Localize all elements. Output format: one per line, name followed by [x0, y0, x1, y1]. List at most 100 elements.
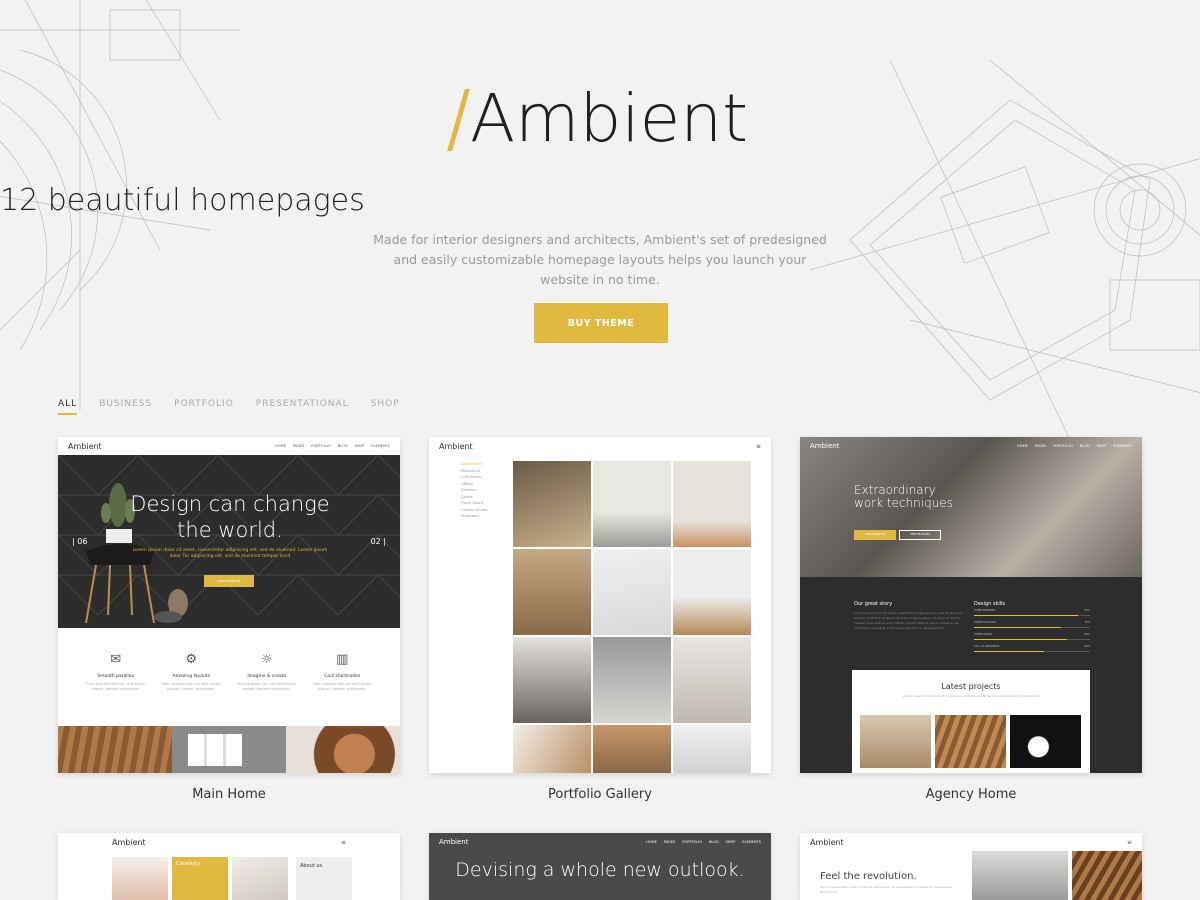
skill-bar — [974, 639, 1067, 640]
demo-card-row2-1[interactable]: Ambient ≡ Creativity About us — [58, 833, 400, 900]
skill-row: HOME ELEGANCE 75% — [974, 621, 1090, 628]
tile-creativity: Creativity — [172, 857, 228, 900]
demo-card-portfolio-gallery[interactable]: Ambient ≡ Apartments Restaurant Cafe Sto… — [429, 437, 771, 773]
mini-navbar: Ambient HOME PAGES PORTFOLIO BLOG SHOP E… — [800, 437, 1142, 455]
skill-row: HOME PARTNERS 90% — [974, 609, 1090, 616]
skill-row: HOME DESIGN 80% — [974, 633, 1090, 640]
mini-nav-link: BLOG — [1079, 444, 1090, 448]
skill-value: 75% — [1084, 621, 1090, 624]
gallery-image — [513, 725, 591, 773]
latest-projects-thumbs — [860, 715, 1081, 768]
mini-nav-link: PAGES — [292, 444, 305, 448]
feature-item: ✉ Smooth parallax Proin gravida nibh vel… — [81, 652, 151, 726]
gallery-image — [513, 637, 591, 723]
skill-bar — [974, 651, 1044, 652]
mini-nav-links: HOME PAGES PORTFOLIO BLOG SHOP ELEMENTS — [275, 444, 390, 448]
mini-nav-link: BLOG — [708, 840, 719, 844]
main-home-hero-title: Design can change the world. — [130, 492, 330, 542]
logo-text: Ambient — [470, 80, 748, 157]
feature-title: Amazing layouts — [172, 674, 210, 679]
filter-tabs: ALL BUSINESS PORTFOLIO PRESENTATIONAL SH… — [58, 399, 422, 415]
mini-navbar: Ambient HOME PAGES PORTFOLIO BLOG SHOP E… — [429, 833, 771, 851]
mini-nav-link: PORTFOLIO — [682, 840, 702, 844]
filter-business[interactable]: BUSINESS — [99, 399, 152, 415]
feature-text: Proin gravida nibh vel velit auctor aliq… — [237, 682, 297, 691]
caption-main-home[interactable]: Main Home — [58, 787, 400, 802]
portfolio-image-grid — [513, 461, 753, 773]
feature-item: ▥ Cool shortcodes Proin gravida nibh vel… — [307, 652, 377, 726]
mini-navbar: Ambient ≡ — [58, 833, 400, 851]
latest-projects-sub: Lorem ipsum dolor sit amet, consectetur … — [902, 694, 1040, 698]
caption-portfolio-gallery[interactable]: Portfolio Gallery — [429, 787, 771, 802]
skill-value: 80% — [1084, 633, 1090, 636]
portfolio-category-menu: Apartments Restaurant Cafe Stores Office… — [461, 461, 501, 520]
gallery-image — [673, 725, 751, 773]
slide-counter-right: 02 | — [370, 537, 386, 546]
tile-about: About us — [296, 857, 352, 900]
gallery-image — [593, 461, 671, 547]
filter-portfolio[interactable]: PORTFOLIO — [174, 399, 234, 415]
mini-nav-links: HOME PAGES PORTFOLIO BLOG SHOP ELEMENTS — [1017, 444, 1132, 448]
skill-bar — [974, 627, 1061, 628]
mini-nav-link: BLOG — [337, 444, 348, 448]
latest-projects-title: Latest projects — [941, 682, 1001, 691]
demo-card-row2-3[interactable]: Ambient ≡ Feel the revolution. Sed ut pe… — [800, 833, 1142, 900]
row2-image — [1072, 851, 1142, 900]
gear-icon: ⚙ — [185, 652, 198, 667]
strip-image — [58, 726, 172, 773]
skill-label: HOME DESIGN — [974, 633, 993, 636]
row2-image — [972, 851, 1068, 900]
mini-nav-link: ELEMENTS — [371, 444, 390, 448]
mini-brand: Ambient — [439, 441, 473, 451]
hamburger-icon: ≡ — [755, 442, 761, 450]
feature-item: ☼ Imagine & create Proin gravida nibh ve… — [232, 652, 302, 726]
agency-hero-title: Extraordinary work techniques — [854, 483, 953, 510]
story-text: Lorem ipsum dolor sit amet, consectetur … — [854, 611, 963, 630]
mini-navbar: Ambient ≡ — [800, 833, 1142, 851]
mini-nav-link: HOME — [646, 840, 657, 844]
caption-agency-home[interactable]: Agency Home — [800, 787, 1142, 802]
mini-navbar: Ambient ≡ — [429, 437, 771, 455]
demo-card-main-home[interactable]: Ambient HOME PAGES PORTFOLIO BLOG SHOP E… — [58, 437, 400, 773]
mini-nav-link: HOME — [275, 444, 286, 448]
feature-text: Proin gravida nibh vel velit auctor aliq… — [312, 682, 372, 691]
tagline: 12 beautiful homepages — [0, 183, 365, 218]
demo-card-agency-home[interactable]: Ambient HOME PAGES PORTFOLIO BLOG SHOP E… — [800, 437, 1142, 773]
mini-brand: Ambient — [68, 441, 102, 451]
mini-nav-link: ELEMENTS — [742, 840, 761, 844]
gallery-image — [593, 637, 671, 723]
buy-theme-button[interactable]: BUY THEME — [534, 303, 668, 343]
feature-text: Proin gravida nibh vel velit auctor aliq… — [86, 682, 146, 691]
row2-hero-title: Devising a whole new outlook. — [455, 859, 745, 881]
filter-shop[interactable]: SHOP — [371, 399, 400, 415]
strip-image — [172, 726, 286, 773]
mini-brand: Ambient — [810, 837, 844, 847]
gallery-image — [513, 461, 591, 547]
gallery-image — [673, 461, 751, 547]
project-thumb — [1010, 715, 1081, 768]
mini-nav-link: PAGES — [1034, 444, 1047, 448]
mini-nav-link: SHOP — [354, 444, 365, 448]
hamburger-icon: ≡ — [1126, 838, 1132, 846]
category-item: Showroom — [461, 514, 480, 518]
main-home-hero: Design can change the world. Lorem ipsum… — [58, 455, 400, 628]
filter-all[interactable]: ALL — [58, 399, 78, 415]
gallery-image — [593, 725, 671, 773]
gallery-image — [673, 549, 751, 635]
row2-title: Feel the revolution. — [820, 871, 917, 882]
feature-item: ⚙ Amazing layouts Proin gravida nibh vel… — [156, 652, 226, 726]
filter-presentational[interactable]: PRESENTATIONAL — [256, 399, 349, 415]
description: Made for interior designers and architec… — [373, 232, 827, 287]
project-thumb — [935, 715, 1006, 768]
agency-view-projects-button: VIEW PROJECTS — [854, 530, 896, 540]
mini-brand: Ambient — [810, 442, 840, 450]
mini-nav-link: SHOP — [725, 840, 736, 844]
mini-navbar: Ambient HOME PAGES PORTFOLIO BLOG SHOP E… — [58, 437, 400, 455]
latest-projects-panel: Latest projects Lorem ipsum dolor sit am… — [852, 670, 1090, 773]
skill-value: 90% — [1084, 609, 1090, 612]
demo-card-row2-2[interactable]: Ambient HOME PAGES PORTFOLIO BLOG SHOP E… — [429, 833, 771, 900]
mini-nav-links: HOME PAGES PORTFOLIO BLOG SHOP ELEMENTS — [646, 840, 761, 844]
feature-text: Proin gravida nibh vel velit auctor aliq… — [161, 682, 221, 691]
agency-view-features-button: VIEW FEATURES — [899, 530, 941, 540]
mini-nav-link: HOME — [1017, 444, 1028, 448]
